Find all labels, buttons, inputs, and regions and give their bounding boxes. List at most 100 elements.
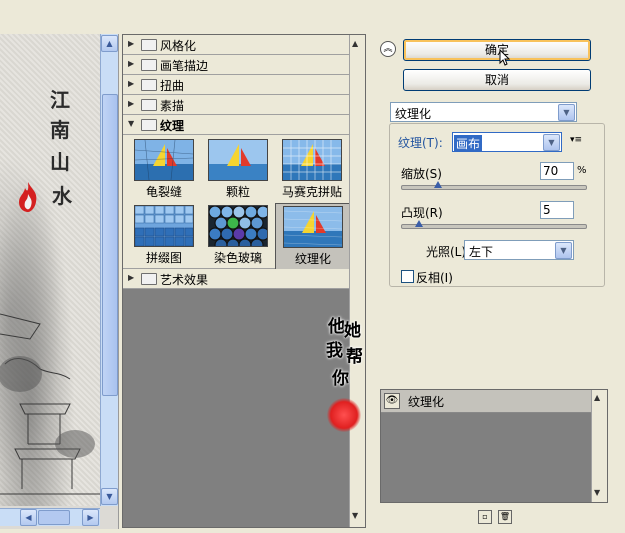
folder-icon xyxy=(141,79,157,91)
invert-label: 反相(I) xyxy=(416,271,453,285)
category-artistic[interactable]: ▶ 艺术效果 xyxy=(123,269,349,289)
sailboat-thumbnail xyxy=(134,139,194,181)
scaling-label: 缩放(S) xyxy=(401,167,442,181)
brush-char: 她 xyxy=(344,321,361,341)
filter-thumb-stained-glass[interactable]: 染色玻璃 xyxy=(201,203,275,269)
calligraphy-char: 南 xyxy=(50,118,70,142)
sailboat-thumbnail xyxy=(208,139,268,181)
thumb-label: 拼缀图 xyxy=(145,251,182,265)
filter-thumb-mosaic-tiles[interactable]: 马赛克拼贴 xyxy=(275,137,349,203)
stained-glass-thumbnail xyxy=(208,205,268,247)
collapse-gallery-button[interactable]: ︽ xyxy=(380,41,396,57)
scroll-up-icon[interactable]: ▲ xyxy=(352,39,358,48)
light-select[interactable]: 左下 ▼ xyxy=(464,240,574,260)
category-label: 素描 xyxy=(160,99,185,113)
scroll-up-button[interactable]: ▲ xyxy=(101,35,118,52)
category-label: 艺术效果 xyxy=(160,273,209,287)
folder-icon xyxy=(141,99,157,111)
scaling-unit: % xyxy=(577,165,587,176)
texture-select-value: 画布 xyxy=(454,135,483,152)
preview-pane[interactable]: 江 南 山 水 ▲ ▼ ◀ ▶ xyxy=(0,34,119,529)
filter-select-value: 纹理化 xyxy=(395,107,432,121)
calligraphy-char: 山 xyxy=(50,150,70,174)
expand-triangle-icon[interactable]: ▶ xyxy=(128,79,134,88)
calligraphy-char: 水 xyxy=(52,184,72,208)
eye-icon[interactable]: 👁 xyxy=(384,393,400,409)
invert-checkbox[interactable] xyxy=(401,270,414,283)
thumb-label: 染色玻璃 xyxy=(213,251,262,265)
scroll-down-icon[interactable]: ▼ xyxy=(352,511,358,520)
thumb-label: 龟裂缝 xyxy=(145,185,182,199)
brush-char: 我 xyxy=(326,341,343,361)
scroll-down-button[interactable]: ▼ xyxy=(101,488,118,505)
preview-image: 江 南 山 水 xyxy=(0,34,100,506)
chevron-down-icon[interactable]: ▼ xyxy=(558,104,575,121)
scroll-thumb[interactable] xyxy=(38,510,70,525)
filter-thumb-patchwork[interactable]: 拼缀图 xyxy=(127,203,201,269)
trash-icon[interactable]: 🗑 xyxy=(498,510,512,524)
cancel-button[interactable]: 取消 xyxy=(403,69,591,91)
texture-select[interactable]: 画布 ▼ xyxy=(452,132,562,152)
folder-icon xyxy=(141,273,157,285)
scaling-slider-thumb[interactable] xyxy=(433,181,442,188)
thumb-label: 马赛克拼贴 xyxy=(281,185,342,199)
preview-vertical-scrollbar[interactable]: ▲ ▼ xyxy=(100,34,118,506)
ok-button[interactable]: 确定 xyxy=(403,39,591,61)
filter-gallery: ▶ 风格化 ▶ 画笔描边 ▶ 扭曲 ▶ 素描 ▼ 纹理 龟裂缝 颗粒 马赛克拼贴… xyxy=(122,34,366,528)
category-label: 风格化 xyxy=(160,39,197,53)
expand-triangle-icon[interactable]: ▶ xyxy=(128,99,134,108)
mouse-cursor-icon xyxy=(499,49,511,66)
expand-triangle-icon[interactable]: ▶ xyxy=(128,273,134,282)
filter-category-list: ▶ 风格化 ▶ 画笔描边 ▶ 扭曲 ▶ 素描 ▼ 纹理 龟裂缝 颗粒 马赛克拼贴… xyxy=(123,35,351,289)
settings-panel: ︽ 确定 取消 纹理化 ▼ 纹理(T): 画布 ▼ ▾≡ 缩放(S) 70 % … xyxy=(372,34,625,533)
folder-icon xyxy=(141,39,157,51)
relief-input[interactable]: 5 xyxy=(540,201,574,219)
filter-thumb-craquelure[interactable]: 龟裂缝 xyxy=(127,137,201,203)
category-label: 扭曲 xyxy=(160,79,185,93)
relief-label: 凸现(R) xyxy=(401,206,443,220)
collapse-triangle-icon[interactable]: ▼ xyxy=(128,119,134,128)
filter-select[interactable]: 纹理化 ▼ xyxy=(390,102,577,122)
scaling-input[interactable]: 70 xyxy=(540,162,574,180)
light-select-value: 左下 xyxy=(469,245,494,259)
patchwork-thumbnail xyxy=(134,205,194,247)
category-brush-strokes[interactable]: ▶ 画笔描边 xyxy=(123,55,349,75)
category-texture[interactable]: ▼ 纹理 xyxy=(123,115,349,135)
thumb-label: 纹理化 xyxy=(294,252,331,266)
category-label: 纹理 xyxy=(160,119,185,133)
scroll-up-icon[interactable]: ▲ xyxy=(594,393,600,402)
chevron-down-icon[interactable]: ▼ xyxy=(543,134,560,151)
flame-seal-icon xyxy=(19,182,37,212)
folder-open-icon xyxy=(141,119,157,131)
filter-thumb-texturizer[interactable]: 纹理化 xyxy=(275,203,351,271)
effect-layer-row[interactable]: 👁 纹理化 xyxy=(381,390,591,413)
relief-slider-thumb[interactable] xyxy=(415,220,424,227)
effect-layer-label: 纹理化 xyxy=(408,395,445,409)
gallery-vertical-scrollbar[interactable]: ▲ ▼ xyxy=(349,35,365,527)
expand-triangle-icon[interactable]: ▶ xyxy=(128,59,134,68)
texture-thumbnails: 龟裂缝 颗粒 马赛克拼贴 拼缀图 染色玻璃 纹理化 xyxy=(123,135,351,271)
category-sketch[interactable]: ▶ 素描 xyxy=(123,95,349,115)
scroll-thumb[interactable] xyxy=(102,94,118,396)
calligraphy-char: 江 xyxy=(50,88,70,112)
pagoda-sketch xyxy=(0,313,100,495)
sailboat-thumbnail xyxy=(283,206,343,248)
scroll-down-icon[interactable]: ▼ xyxy=(594,488,600,497)
layers-vertical-scrollbar[interactable]: ▲ ▼ xyxy=(591,390,607,502)
category-stylize[interactable]: ▶ 风格化 xyxy=(123,35,349,55)
brush-char: 他 xyxy=(328,317,345,337)
relief-slider[interactable] xyxy=(401,224,587,229)
category-distort[interactable]: ▶ 扭曲 xyxy=(123,75,349,95)
scroll-right-button[interactable]: ▶ xyxy=(82,509,99,526)
chevron-down-icon[interactable]: ▼ xyxy=(555,242,572,259)
brush-char: 你 xyxy=(332,369,349,389)
expand-triangle-icon[interactable]: ▶ xyxy=(128,39,134,48)
filter-thumb-grain[interactable]: 颗粒 xyxy=(201,137,275,203)
new-effect-layer-icon[interactable]: ▫ xyxy=(478,510,492,524)
scroll-left-button[interactable]: ◀ xyxy=(20,509,37,526)
texture-label: 纹理(T): xyxy=(398,136,443,150)
scaling-slider[interactable] xyxy=(401,185,587,190)
texture-menu-icon[interactable]: ▾≡ xyxy=(570,135,582,145)
red-seal-stamp xyxy=(327,398,361,432)
preview-horizontal-scrollbar[interactable]: ◀ ▶ xyxy=(0,508,100,526)
